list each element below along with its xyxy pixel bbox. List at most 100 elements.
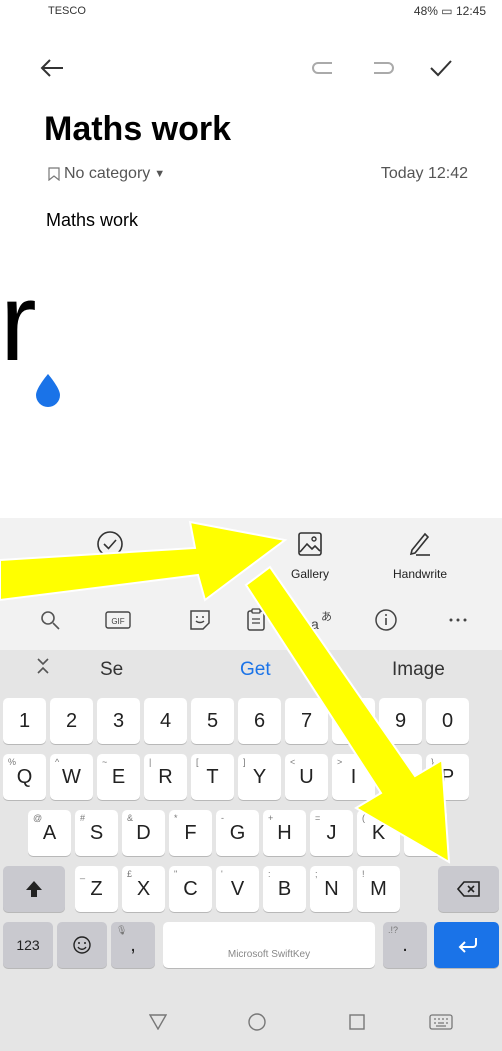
key-label: X — [136, 877, 151, 900]
key-0[interactable]: 0 — [426, 698, 469, 744]
recents-nav-button[interactable] — [342, 1007, 372, 1037]
note-title[interactable]: Maths work — [44, 110, 231, 149]
gif-icon[interactable]: GIF — [104, 606, 132, 634]
more-icon[interactable] — [444, 606, 472, 634]
back-nav-button[interactable] — [143, 1007, 173, 1037]
note-meta: No category ▼ Today 12:42 — [48, 165, 468, 185]
emoji-icon — [73, 936, 91, 954]
key-a[interactable]: @ A — [28, 810, 71, 856]
clipboard-icon[interactable] — [242, 606, 270, 634]
svg-text:a: a — [311, 616, 319, 632]
key-9[interactable]: 9 — [379, 698, 422, 744]
prediction-center[interactable]: Get — [240, 659, 271, 681]
key-label: T — [206, 765, 219, 788]
key-r[interactable]: | R — [144, 754, 187, 800]
sticker-icon[interactable] — [186, 606, 214, 634]
key-b[interactable]: :B — [263, 866, 306, 912]
home-nav-button[interactable] — [242, 1007, 272, 1037]
key-secondary-label: ; — [315, 869, 318, 879]
key-i[interactable]: > I — [332, 754, 375, 800]
category-selector[interactable]: No category ▼ — [48, 165, 165, 183]
keyboard-switch-button[interactable] — [424, 1007, 458, 1037]
shift-key[interactable] — [3, 866, 65, 912]
numbers-mode-key[interactable]: 123 — [3, 922, 53, 968]
prediction-left[interactable]: Se — [100, 659, 123, 681]
back-button[interactable] — [36, 54, 68, 82]
key-v[interactable]: ' V — [216, 866, 259, 912]
key-label: B — [277, 877, 292, 900]
key-h[interactable]: + H — [263, 810, 306, 856]
key-c[interactable]: " C — [169, 866, 212, 912]
key-secondary-label: % — [8, 757, 17, 767]
redo-button[interactable] — [366, 54, 400, 82]
key-j[interactable]: = J — [310, 810, 353, 856]
key-2[interactable]: 2 — [50, 698, 93, 744]
caret-down-icon: ▼ — [154, 168, 166, 180]
key-label: G — [229, 821, 246, 844]
key-e[interactable]: ~ E — [97, 754, 140, 800]
space-key[interactable]: Microsoft SwiftKey — [163, 922, 375, 968]
info-icon[interactable] — [372, 606, 400, 634]
key-d[interactable]: & D — [122, 810, 165, 856]
key-label: 0 — [441, 709, 454, 732]
key-label: Q — [16, 765, 33, 788]
key-f[interactable]: * F — [169, 810, 212, 856]
collapse-predictions-icon[interactable] — [36, 657, 50, 681]
key-label: R — [158, 765, 173, 788]
save-button[interactable] — [424, 54, 458, 82]
check-circle-icon — [97, 531, 123, 557]
key-secondary-label: # — [80, 813, 86, 823]
period-key[interactable]: .!?. — [383, 922, 427, 968]
key-secondary-label: < — [290, 757, 296, 767]
key-label: K — [371, 821, 386, 844]
key-label: Y — [252, 765, 267, 788]
key-label: W — [62, 765, 81, 788]
checklist-tool[interactable] — [80, 530, 140, 567]
key-7[interactable]: 7 — [285, 698, 328, 744]
key-y[interactable]: ] Y — [238, 754, 281, 800]
enter-key[interactable] — [434, 922, 499, 968]
key-6[interactable]: 6 — [238, 698, 281, 744]
key-l[interactable]: ) L — [404, 810, 447, 856]
key-secondary-label: ' — [221, 869, 223, 879]
undo-button[interactable] — [306, 54, 340, 82]
key-4[interactable]: 4 — [144, 698, 187, 744]
key-8[interactable]: 8 — [332, 698, 375, 744]
key-m[interactable]: ! M — [357, 866, 400, 912]
note-timestamp: Today 12:42 — [380, 165, 468, 182]
note-body[interactable]: Maths work — [46, 210, 138, 231]
key-label: 5 — [206, 709, 219, 732]
key-label: L — [419, 821, 432, 844]
key-p[interactable]: } P — [426, 754, 469, 800]
key-u[interactable]: < U — [285, 754, 328, 800]
comma-key[interactable]: 🎙, — [111, 922, 155, 968]
key-t[interactable]: [T — [191, 754, 234, 800]
text-cursor-handle-icon[interactable] — [33, 373, 63, 407]
gallery-tool[interactable]: Gallery — [280, 530, 340, 581]
key-x[interactable]: £ X — [122, 866, 165, 912]
key-q[interactable]: % Q — [3, 754, 46, 800]
system-nav-bar — [0, 993, 502, 1051]
key-label: M — [370, 877, 387, 900]
translate-icon[interactable]: aあ — [308, 606, 336, 634]
emoji-key[interactable] — [57, 922, 107, 968]
key-n[interactable]: ; N — [310, 866, 353, 912]
key-k[interactable]: (K — [357, 810, 400, 856]
key-1[interactable]: 1 — [3, 698, 46, 744]
key-secondary-label: = — [315, 813, 321, 823]
prediction-right[interactable]: Image — [392, 659, 445, 681]
key-g[interactable]: -G — [216, 810, 259, 856]
handwrite-tool[interactable]: Handwrite — [380, 530, 460, 581]
key-w[interactable]: ^ W — [50, 754, 93, 800]
search-icon[interactable] — [36, 606, 64, 634]
key-secondary-label: [ — [196, 757, 199, 767]
key-3[interactable]: 3 — [97, 698, 140, 744]
key-secondary-label: " — [174, 869, 178, 879]
backspace-key[interactable] — [438, 866, 499, 912]
key-secondary-label: ( — [362, 813, 365, 823]
key-secondary-label: ] — [243, 757, 246, 767]
key-z[interactable]: _ Z — [75, 866, 118, 912]
key-s[interactable]: # S — [75, 810, 118, 856]
key-5[interactable]: 5 — [191, 698, 234, 744]
key-o[interactable]: {O — [379, 754, 422, 800]
